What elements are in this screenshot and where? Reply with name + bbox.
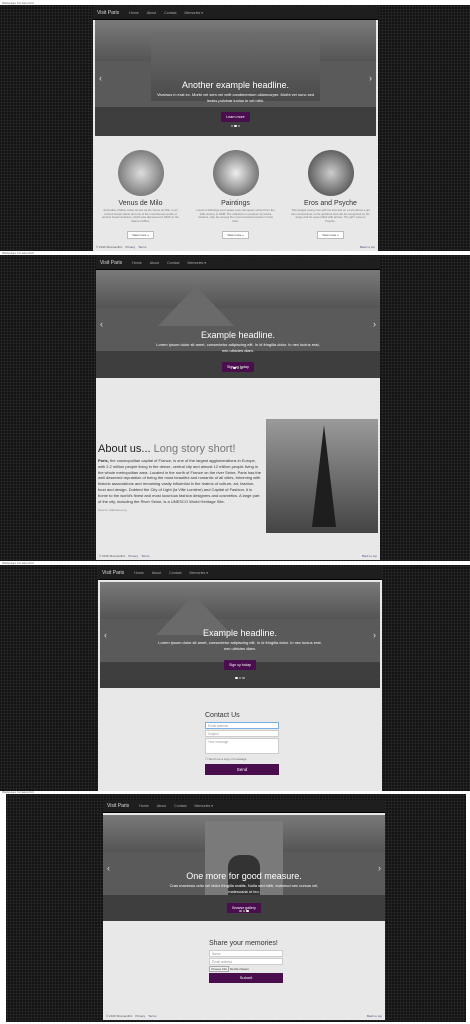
footer-copyright: © 2016 Shamanthic xyxy=(96,245,123,249)
nav-memories-dropdown[interactable]: Memories ▾ xyxy=(191,804,218,808)
nav-home[interactable]: Home xyxy=(130,571,148,575)
submit-button[interactable]: Submit xyxy=(209,973,283,983)
footer: © 2016 Shamanthic Privacy Terms Back to … xyxy=(99,554,377,558)
about-heading: About us... Long story short! xyxy=(98,443,236,455)
feature-title: Paintings xyxy=(221,200,250,207)
carousel-indicators[interactable] xyxy=(95,114,376,132)
email-field[interactable]: Email address xyxy=(205,722,279,729)
file-input[interactable]: Choose File No file chosen xyxy=(209,966,283,972)
nav-about[interactable]: About xyxy=(153,804,170,808)
name-field[interactable]: Name xyxy=(209,950,283,957)
eros-image xyxy=(307,150,354,196)
message-field[interactable]: Your message xyxy=(205,738,279,754)
about-text: Paris, the cosmopolitan capital of Franc… xyxy=(98,458,261,504)
carousel-prev-icon[interactable]: ‹ xyxy=(100,319,103,329)
footer: © 2016 Shamanthic Privacy Terms Back to … xyxy=(96,245,375,249)
footer-privacy-link[interactable]: Privacy xyxy=(135,1014,145,1018)
view-more-button[interactable]: View more » xyxy=(127,231,154,240)
nav-memories-dropdown[interactable]: Memories ▾ xyxy=(184,261,211,265)
back-to-top-link[interactable]: Back to top xyxy=(367,1014,382,1018)
page-home: Visit Paris Home About Contact Memories … xyxy=(93,7,378,251)
feature-text: Louvre's Paintings encompass every Europ… xyxy=(196,208,275,223)
carousel-headline: One more for good measure. xyxy=(186,871,302,881)
nav-contact[interactable]: Contact xyxy=(165,571,185,575)
nav-about[interactable]: About xyxy=(143,11,160,15)
feature-text: Aphrodite of Milos, better known as the … xyxy=(102,208,179,223)
contact-form: Contact Us Email address Subject Your me… xyxy=(205,712,279,775)
nav-memories-dropdown[interactable]: Memories ▾ xyxy=(181,11,208,15)
nav-about[interactable]: About xyxy=(148,571,165,575)
carousel-text: Vivamus in erat ex. Morbi vel sem vel ve… xyxy=(156,92,315,103)
brand[interactable]: Visit Paris xyxy=(96,260,128,266)
send-button[interactable]: Send xyxy=(205,764,279,775)
footer-privacy-link[interactable]: Privacy xyxy=(125,245,135,249)
about-section: About us... Long story short! Paris, the… xyxy=(98,443,263,512)
brand[interactable]: Visit Paris xyxy=(103,803,135,809)
copy-checkbox-row[interactable]: ☐ Send me a copy of message xyxy=(205,757,279,761)
pyramid-image xyxy=(158,286,235,327)
navbar: Visit Paris Home About Contact Memories … xyxy=(93,7,378,20)
footer-copyright: © 2016 Shamanthic xyxy=(99,554,126,558)
hero-carousel: ‹ › Another example headline. Vivamus in… xyxy=(95,20,376,136)
carousel-headline: Another example headline. xyxy=(181,80,290,90)
email-field[interactable]: Email address xyxy=(209,958,283,965)
feature-text: This winged young man with his bow tied … xyxy=(291,208,370,223)
navbar: Visit Paris Home About Contact Memories … xyxy=(98,567,382,580)
feature-row: Venus de Milo Aphrodite of Milos, better… xyxy=(93,150,378,241)
nav-home[interactable]: Home xyxy=(125,11,143,15)
carousel-indicators[interactable] xyxy=(103,899,385,917)
footer-copyright: © 2016 Shamanthic xyxy=(106,1014,133,1018)
venus-image xyxy=(117,150,164,196)
carousel-headline: Example headline. xyxy=(202,628,278,638)
nav-contact[interactable]: Contact xyxy=(163,261,183,265)
page-memories: Visit Paris Home About Contact Memories … xyxy=(103,800,385,1020)
back-to-top-link[interactable]: Back to top xyxy=(360,245,375,249)
hero-carousel: ‹ › Example headline. Lorem ipsum dolor … xyxy=(96,270,380,378)
feature-eros: Eros and Psyche This winged young man wi… xyxy=(291,150,371,241)
brand[interactable]: Visit Paris xyxy=(93,10,125,16)
eiffel-tower-image xyxy=(266,419,378,533)
view-more-button[interactable]: View more » xyxy=(317,231,344,240)
share-heading: Share your memories! xyxy=(209,940,278,947)
carousel-text: Cras maximus odio vel dolor fringilla ma… xyxy=(169,883,319,894)
carousel-indicators[interactable] xyxy=(100,666,380,684)
carousel-indicators[interactable] xyxy=(96,356,380,374)
about-source: Source: wikitravel.org xyxy=(98,508,127,513)
nav-about[interactable]: About xyxy=(146,261,163,265)
subject-field[interactable]: Subject xyxy=(205,730,279,737)
no-file-label: No file chosen xyxy=(229,967,249,971)
footer-terms-link[interactable]: Terms xyxy=(141,554,149,558)
page-contact: Visit Paris Home About Contact Memories … xyxy=(98,567,382,791)
brand[interactable]: Visit Paris xyxy=(98,570,130,576)
page-about: Visit Paris Home About Contact Memories … xyxy=(96,257,380,560)
back-to-top-link[interactable]: Back to top xyxy=(362,554,377,558)
carousel-caption: Example headline. Lorem ipsum dolor sit … xyxy=(100,628,380,671)
nav-contact[interactable]: Contact xyxy=(170,804,190,808)
feature-title: Venus de Milo xyxy=(118,200,163,207)
nav-memories-dropdown[interactable]: Memories ▾ xyxy=(186,571,213,575)
hero-carousel: ‹ › Example headline. Lorem ipsum dolor … xyxy=(100,582,380,688)
nav-home[interactable]: Home xyxy=(128,261,146,265)
nav-home[interactable]: Home xyxy=(135,804,153,808)
feature-title: Eros and Psyche xyxy=(304,200,357,207)
view-more-button[interactable]: View more » xyxy=(222,231,249,240)
nav-contact[interactable]: Contact xyxy=(160,11,180,15)
choose-file-button[interactable]: Choose File xyxy=(209,966,230,972)
footer-privacy-link[interactable]: Privacy xyxy=(128,554,138,558)
carousel-text: Lorem ipsum dolor sit amet, consectetur … xyxy=(158,640,322,651)
footer: © 2016 Shamanthic Privacy Terms Back to … xyxy=(106,1014,382,1018)
carousel-headline: Example headline. xyxy=(200,330,276,340)
carousel-next-icon[interactable]: › xyxy=(373,319,376,329)
navbar: Visit Paris Home About Contact Memories … xyxy=(103,800,385,813)
contact-heading: Contact Us xyxy=(205,712,240,719)
feature-paintings: Paintings Louvre's Paintings encompass e… xyxy=(196,150,276,241)
share-form: Share your memories! Name Email address … xyxy=(209,940,283,983)
carousel-text: Lorem ipsum dolor sit amet, consectetur … xyxy=(156,342,320,353)
navbar: Visit Paris Home About Contact Memories … xyxy=(96,257,380,270)
feature-venus: Venus de Milo Aphrodite of Milos, better… xyxy=(101,150,181,241)
paintings-image xyxy=(212,150,259,196)
footer-terms-link[interactable]: Terms xyxy=(148,1014,156,1018)
footer-terms-link[interactable]: Terms xyxy=(138,245,146,249)
hero-carousel: ‹ › One more for good measure. Cras maxi… xyxy=(103,815,385,921)
